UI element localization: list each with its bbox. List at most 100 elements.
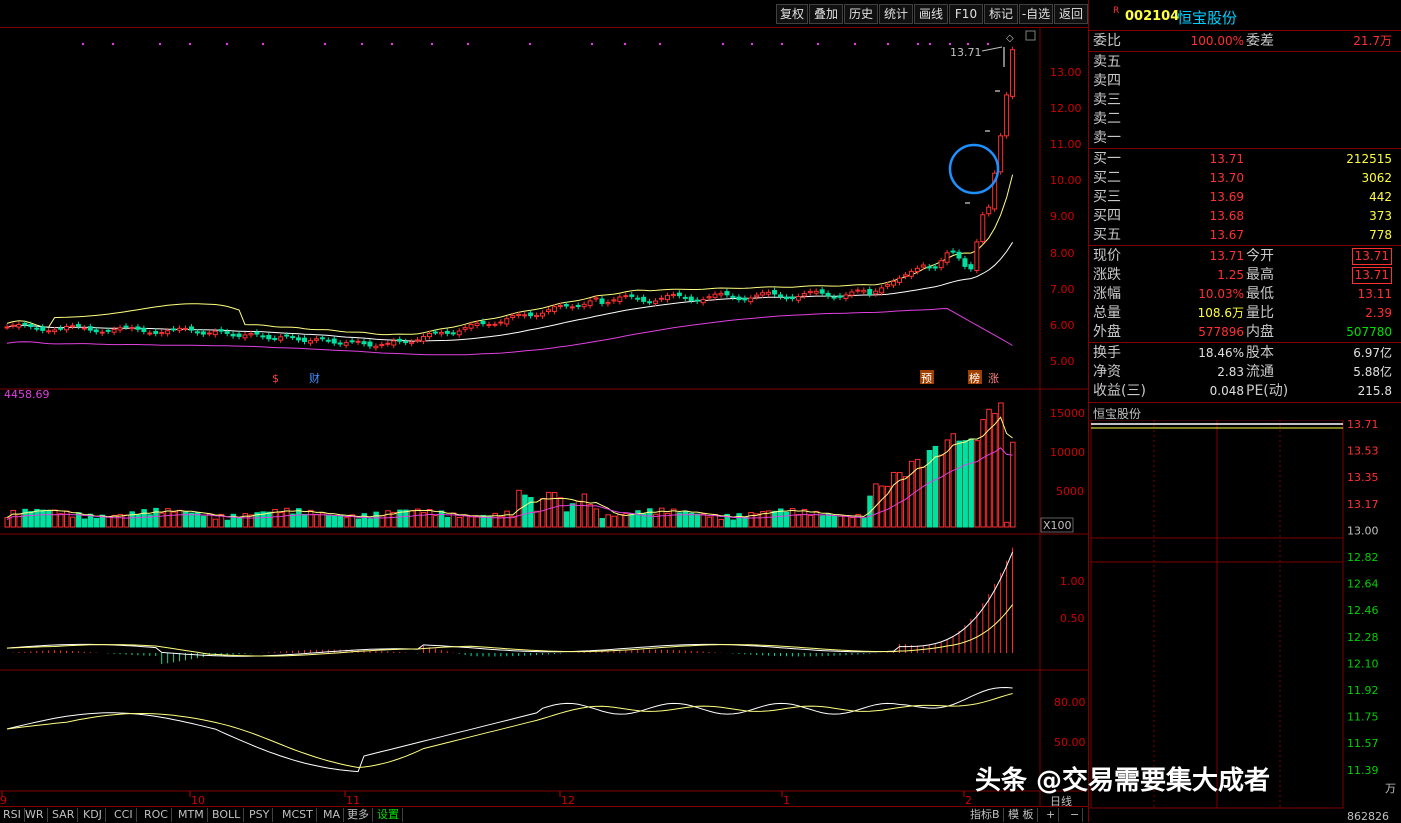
sell-level-label: 卖五 xyxy=(1093,54,1121,70)
fundamental-row: 净资 2.83 流通 5.88亿 xyxy=(1089,363,1401,382)
candle-body xyxy=(254,331,260,335)
stat-value: 507780 xyxy=(1346,325,1392,339)
tab-sar[interactable]: SAR xyxy=(49,808,79,822)
volume-bar xyxy=(64,510,70,528)
event-marker-limit-up[interactable]: 涨 xyxy=(988,372,999,385)
volume-bar xyxy=(415,508,421,528)
candle-body xyxy=(397,338,403,342)
candle-body xyxy=(16,323,22,328)
sell-level-label: 卖四 xyxy=(1093,73,1121,89)
signal-dot xyxy=(188,42,192,46)
back-button[interactable]: 返回 xyxy=(1054,4,1088,24)
candle-body xyxy=(58,327,64,330)
buy-level-row: 买四 13.68 373 xyxy=(1089,207,1401,226)
volume-bar xyxy=(956,440,962,528)
tab-cci[interactable]: CCI xyxy=(111,808,137,822)
candle-body xyxy=(688,296,694,301)
signal-dot xyxy=(780,42,784,46)
candle-body xyxy=(165,330,171,335)
tab-mtm[interactable]: MTM xyxy=(175,808,208,822)
candle-body xyxy=(188,326,194,331)
candle-body xyxy=(159,332,165,335)
high-pointer xyxy=(981,46,1003,52)
volume-bar xyxy=(432,515,439,528)
kdj-tick: 80.00 xyxy=(1054,696,1086,709)
candle-body xyxy=(789,296,795,300)
signal-dot xyxy=(928,42,932,46)
f10-button[interactable]: F10 xyxy=(949,4,983,24)
candle-body xyxy=(885,284,891,287)
volume-bar xyxy=(843,515,849,528)
volume-bar xyxy=(456,516,463,528)
tab-kdj[interactable]: KDJ xyxy=(80,808,106,822)
panel-toggle-icon[interactable] xyxy=(1025,30,1036,41)
candle-body xyxy=(801,293,807,297)
draw-line-button[interactable]: 画线 xyxy=(914,4,948,24)
overlay-button[interactable]: 叠加 xyxy=(809,4,843,24)
statistics-button[interactable]: 统计 xyxy=(879,4,913,24)
fuquan-button[interactable]: 复权 xyxy=(776,4,808,24)
tab-psy[interactable]: PSY xyxy=(246,808,274,822)
fund-label: 流通 xyxy=(1246,364,1274,380)
add-watchlist-button[interactable]: -自选 xyxy=(1019,4,1053,24)
candle-body xyxy=(563,304,569,307)
tab-ma[interactable]: MA xyxy=(320,808,345,822)
volume-bar xyxy=(581,493,588,528)
price-tick: 10.00 xyxy=(1050,174,1082,187)
tab-more[interactable]: 更多 xyxy=(344,808,373,822)
template-button[interactable]: 模 板 xyxy=(1005,808,1038,822)
candle-body xyxy=(22,322,28,326)
candle-body xyxy=(462,327,468,330)
stat-value: 10.03% xyxy=(1198,287,1244,301)
candle-body xyxy=(266,335,272,340)
watermark-text: 头条 @交易需要集大成者 xyxy=(975,766,1271,796)
kline-chart[interactable]: 13.00 12.00 11.00 10.00 9.00 8.00 7.00 6… xyxy=(0,27,1088,806)
sell-level-row: 卖五 xyxy=(1089,53,1401,72)
event-marker-finance[interactable]: 财 xyxy=(309,371,320,385)
buy-level-label: 买五 xyxy=(1093,227,1121,243)
tab-wr[interactable]: WR xyxy=(22,808,48,822)
volume-bar xyxy=(212,518,219,528)
candle-body xyxy=(1010,49,1016,97)
volume-bar xyxy=(557,497,564,528)
volume-bar xyxy=(367,518,373,528)
quote-panel: R 002104 恒宝股份 委比 100.00% 委差 21.7万 卖五 卖四 卖三… xyxy=(1088,0,1401,822)
signal-dot xyxy=(986,42,990,46)
candle-body xyxy=(272,337,278,340)
event-marker-rank[interactable]: 榜 xyxy=(969,371,980,385)
stat-label: 最低 xyxy=(1246,286,1274,302)
tab-boll[interactable]: BOLL xyxy=(209,808,245,822)
chart-toolbar: 复权 叠加 历史 统计 画线 F10 标记 -自选 返回 xyxy=(0,0,1088,28)
r-badge: R xyxy=(1113,6,1120,16)
price-axis: 13.00 12.00 11.00 10.00 9.00 8.00 7.00 6… xyxy=(1050,66,1082,368)
history-button[interactable]: 历史 xyxy=(844,4,878,24)
volume-bar xyxy=(986,408,992,528)
candle-body xyxy=(593,297,599,300)
event-marker-forecast[interactable]: 预 xyxy=(921,372,932,385)
weicha-value: 21.7万 xyxy=(1353,34,1392,48)
signal-dot xyxy=(966,42,970,46)
mark-button[interactable]: 标记 xyxy=(984,4,1018,24)
candle-body xyxy=(938,260,944,269)
candle-body xyxy=(534,314,540,318)
volume-bar xyxy=(605,514,611,528)
divider xyxy=(1089,148,1401,149)
candle-body xyxy=(147,332,153,335)
buy-level-row: 买三 13.69 442 xyxy=(1089,188,1401,207)
expand-icon[interactable]: ◇ xyxy=(1006,33,1014,44)
candle-body xyxy=(69,325,75,328)
candle-body xyxy=(361,341,367,345)
volume-bar xyxy=(861,517,867,528)
candle-body xyxy=(813,290,819,294)
candle-body xyxy=(28,324,34,328)
candle-body xyxy=(480,320,486,325)
tab-roc[interactable]: ROC xyxy=(141,808,172,822)
zoom-in-button[interactable]: + xyxy=(1043,808,1060,822)
signal-dot xyxy=(948,42,952,46)
indicator-b-button[interactable]: 指标B xyxy=(967,808,1004,822)
event-marker-dollar[interactable]: $ xyxy=(272,372,279,385)
tab-settings[interactable]: 设置 xyxy=(374,808,403,822)
volume-bar xyxy=(468,516,475,528)
tab-mcst[interactable]: MCST xyxy=(279,808,317,822)
zoom-out-button[interactable]: − xyxy=(1067,808,1084,822)
